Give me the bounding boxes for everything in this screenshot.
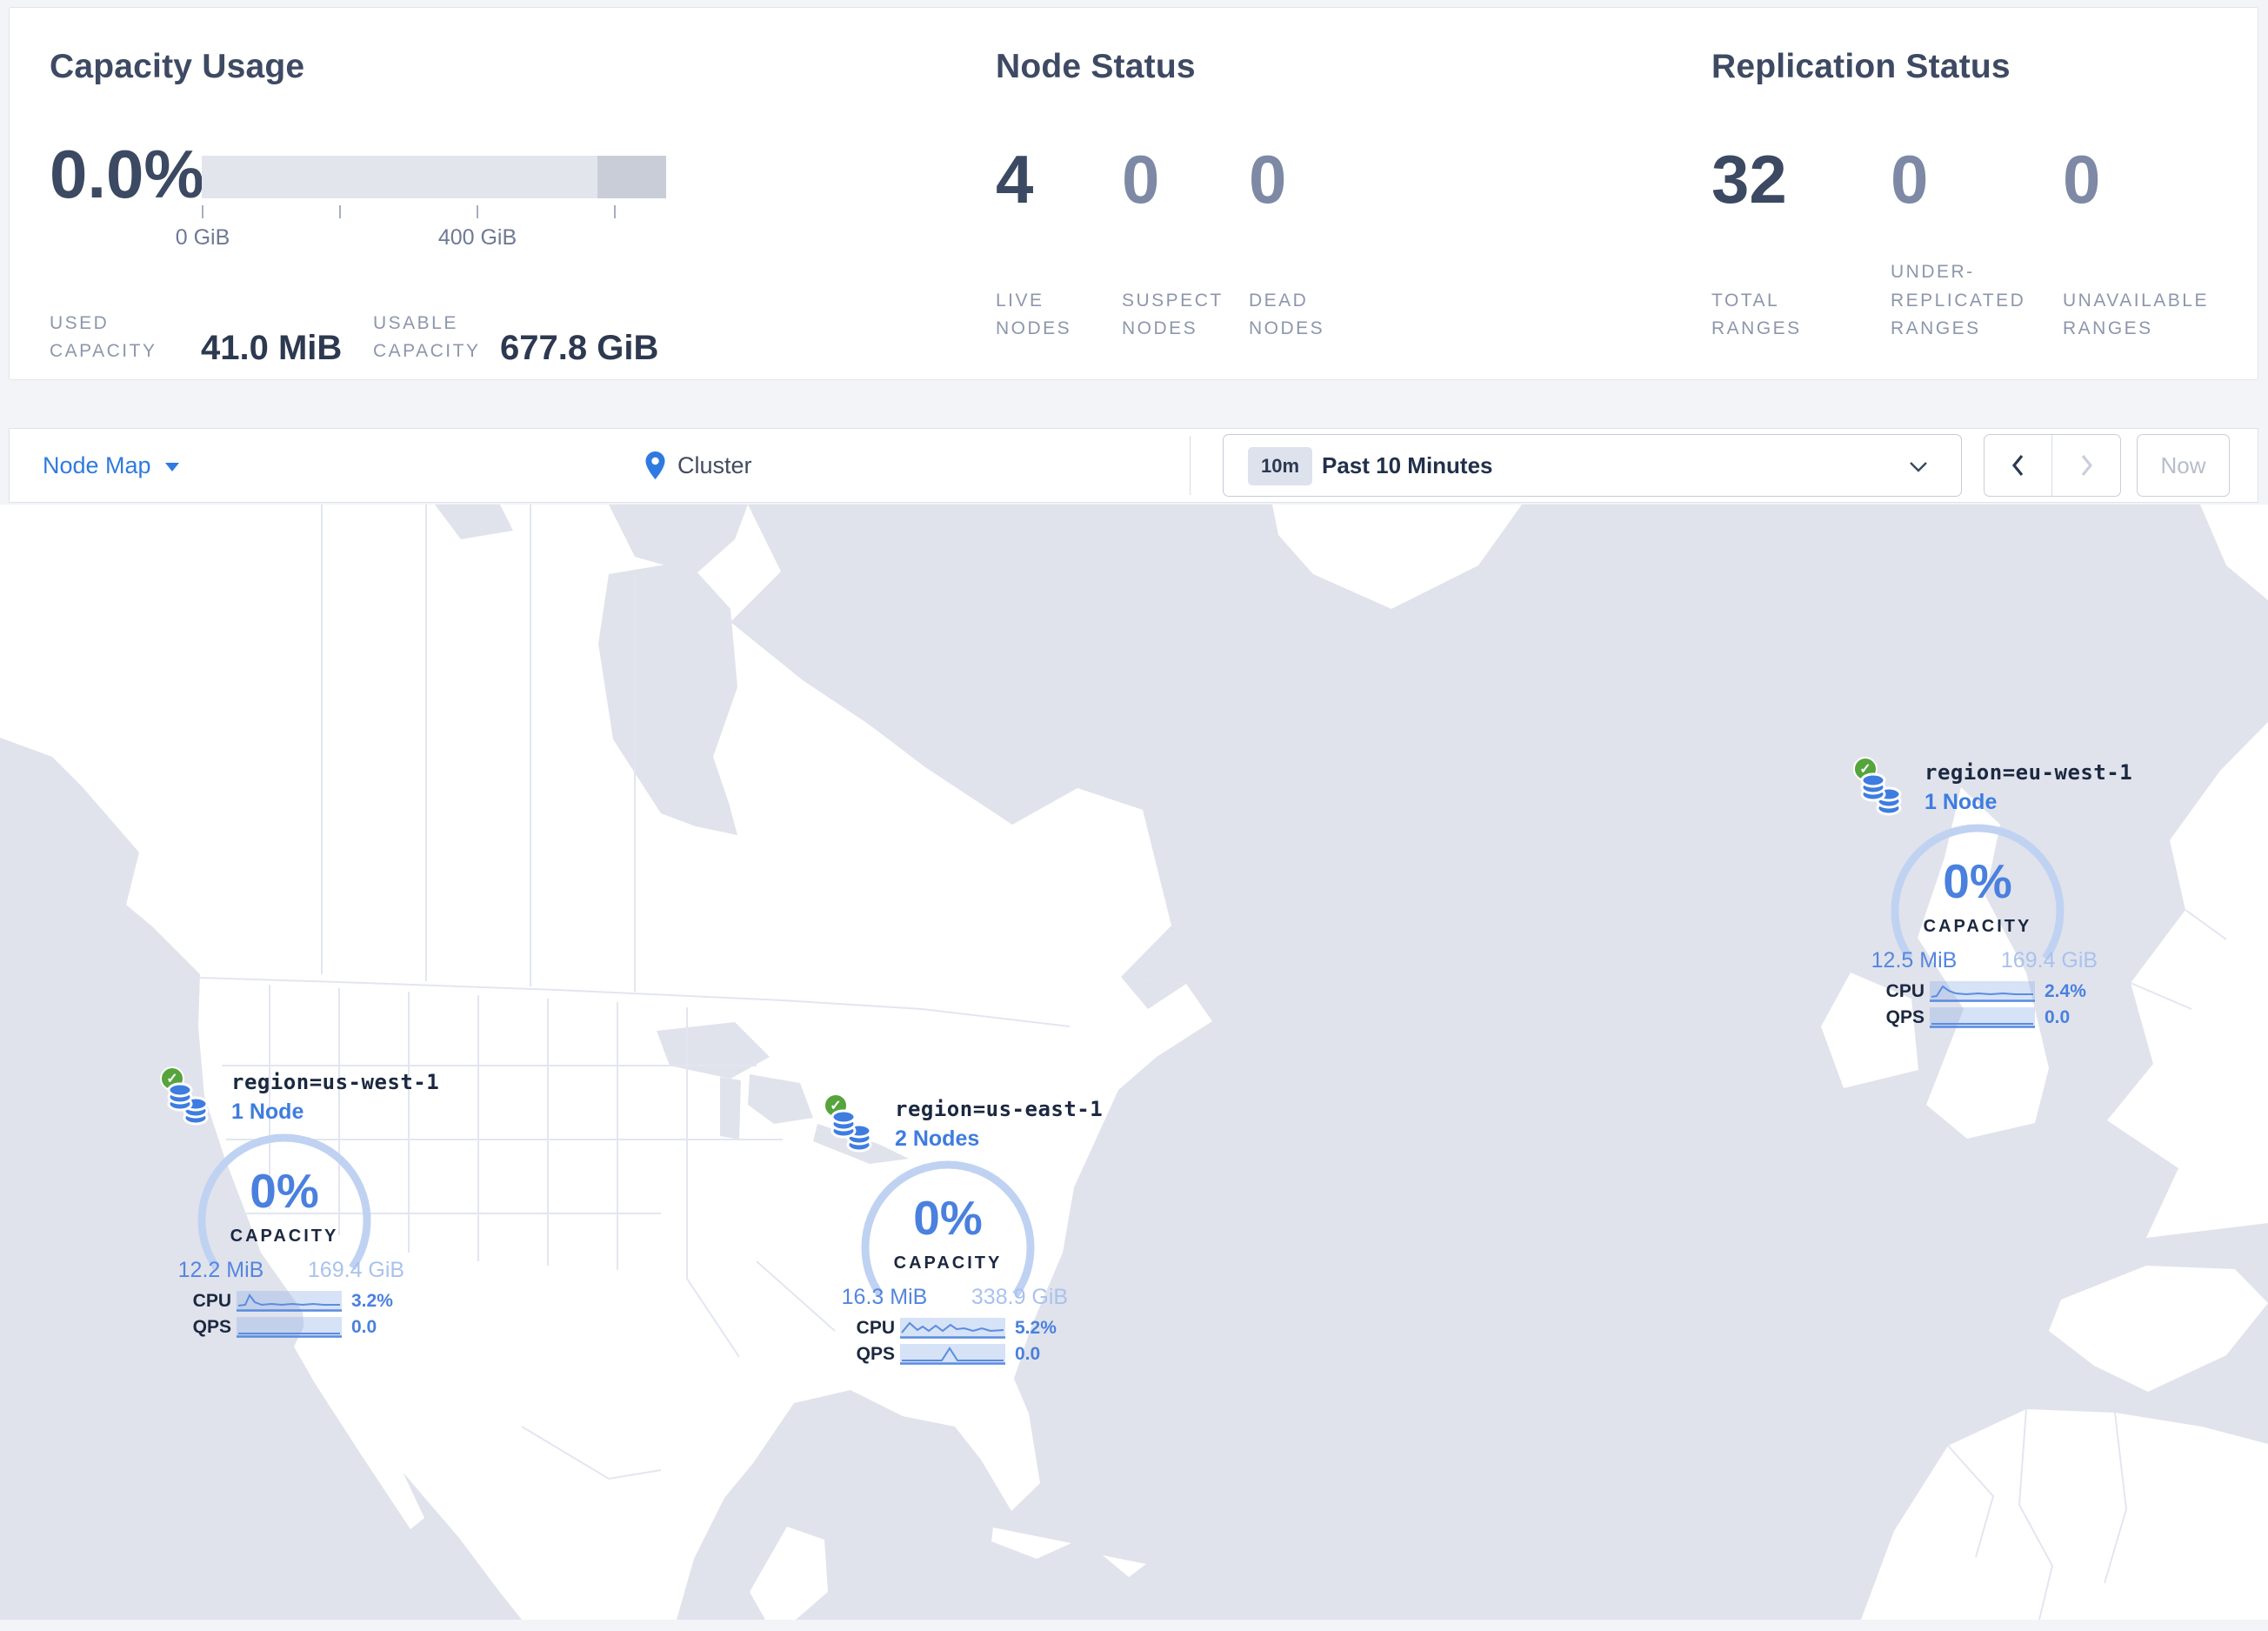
capacity-percent: 0% <box>913 1191 983 1245</box>
node-count-label: 1 Node <box>1924 790 1998 814</box>
time-range-badge: 10m <box>1248 447 1313 485</box>
capacity-bar-chart: 0 GiB 400 GiB <box>176 156 666 250</box>
total-capacity: 169.4 GiB <box>2000 948 2098 973</box>
node-status-title: Node Status <box>996 48 1196 85</box>
used-capacity: 12.5 MiB <box>1871 948 1958 973</box>
under-replicated-ranges-count: 0 <box>1891 141 1929 217</box>
cpu-metric-row: CPU 2.4% <box>1853 981 2123 1004</box>
breadcrumb[interactable]: Cluster <box>644 429 752 502</box>
unavailable-ranges-count: 0 <box>2063 141 2101 217</box>
axis-tick-label: 400 GiB <box>437 225 517 250</box>
now-button[interactable]: Now <box>2137 434 2230 497</box>
cpu-value: 3.2% <box>351 1291 393 1311</box>
under-replicated-ranges-label: UNDER-REPLICATED RANGES <box>1891 262 2026 339</box>
total-ranges-count: 32 <box>1711 141 1787 217</box>
used-capacity: 16.3 MiB <box>841 1285 928 1309</box>
axis-tick <box>614 205 616 218</box>
time-range-select[interactable]: 10m Past 10 Minutes <box>1223 434 1962 497</box>
capacity-used-percent: 0.0% <box>50 136 204 212</box>
used-capacity-value: 41.0 MiB <box>201 329 343 367</box>
dead-nodes-count: 0 <box>1249 141 1287 217</box>
cpu-label: CPU <box>192 1291 231 1311</box>
axis-tick <box>202 205 203 218</box>
map-pin-icon <box>645 451 665 479</box>
cluster-stats-panel: Capacity Usage 0.0% 0 GiB 400 GiB USED C… <box>9 7 2258 380</box>
cpu-sparkline <box>1930 981 2035 1002</box>
qps-value: 0.0 <box>1015 1344 1041 1364</box>
usable-capacity-label: USABLE CAPACITY <box>373 312 481 362</box>
cpu-label: CPU <box>1885 981 1924 1001</box>
node-count-label: 1 Node <box>231 1100 304 1124</box>
capacity-bar-reserved-segment <box>597 156 666 198</box>
qps-value: 0.0 <box>2045 1007 2071 1027</box>
total-capacity: 338.9 GiB <box>971 1285 1069 1309</box>
toolbar-divider <box>1190 436 1191 495</box>
map-toolbar: Node Map Cluster 10m Past 10 Minutes Now <box>9 428 2258 503</box>
database-icon <box>830 1109 872 1153</box>
view-selector-dropdown[interactable]: Node Map <box>43 429 179 502</box>
breadcrumb-label: Cluster <box>677 451 752 478</box>
caret-down-icon <box>164 463 179 471</box>
node-count-label: 2 Nodes <box>895 1126 980 1151</box>
qps-value: 0.0 <box>351 1317 377 1337</box>
capacity-percent: 0% <box>250 1164 319 1218</box>
axis-tick <box>477 205 478 218</box>
cpu-label: CPU <box>856 1318 895 1338</box>
qps-sparkline <box>1930 1007 2035 1028</box>
cpu-value: 5.2% <box>1015 1318 1057 1338</box>
chevron-right-icon <box>2081 454 2092 477</box>
cpu-metric-row: CPU 3.2% <box>160 1291 430 1313</box>
capacity-percent: 0% <box>1943 854 2012 908</box>
chevron-down-icon <box>1910 462 1927 472</box>
axis-tick-label: 0 GiB <box>175 225 230 250</box>
region-marker-us-west-1[interactable]: ✓ region=us-west-1 1 Node 0% CAPACITY 12… <box>160 1061 439 1348</box>
used-capacity-label: USED CAPACITY <box>50 312 157 362</box>
qps-sparkline <box>900 1344 1005 1365</box>
capacity-gauge-label: CAPACITY <box>230 1227 339 1246</box>
qps-metric-row: QPS 0.0 <box>160 1317 430 1340</box>
qps-metric-row: QPS 0.0 <box>824 1344 1093 1367</box>
axis-tick <box>339 205 341 218</box>
next-time-window-button[interactable] <box>2052 435 2120 496</box>
qps-label: QPS <box>192 1317 231 1337</box>
suspect-nodes-label: SUSPECT NODES <box>1122 290 1224 339</box>
database-icon <box>167 1082 209 1126</box>
cpu-metric-row: CPU 5.2% <box>824 1318 1093 1340</box>
cpu-sparkline <box>237 1291 342 1312</box>
qps-label: QPS <box>856 1344 895 1364</box>
time-window-arrows <box>1984 434 2121 497</box>
region-label: region=us-west-1 <box>231 1070 440 1094</box>
live-nodes-count: 4 <box>996 141 1034 217</box>
total-ranges-label: TOTAL RANGES <box>1711 290 1802 339</box>
usable-capacity-value: 677.8 GiB <box>500 329 659 367</box>
replication-status-title: Replication Status <box>1711 48 2011 85</box>
time-range-label: Past 10 Minutes <box>1322 451 1493 478</box>
chevron-left-icon <box>2011 454 2024 477</box>
capacity-gauge-label: CAPACITY <box>893 1253 1003 1273</box>
database-icon <box>1860 772 1902 816</box>
capacity-usage-title: Capacity Usage <box>50 48 305 85</box>
capacity-values-row: USED CAPACITY 41.0 MiB USABLE CAPACITY 6… <box>50 288 676 375</box>
qps-metric-row: QPS 0.0 <box>1853 1007 2123 1030</box>
region-marker-eu-west-1[interactable]: ✓ region=eu-west-1 1 Node 0% CAPACITY 12… <box>1853 752 2132 1039</box>
region-label: region=us-east-1 <box>895 1097 1104 1121</box>
previous-time-window-button[interactable] <box>1984 435 2052 496</box>
suspect-nodes-count: 0 <box>1122 141 1160 217</box>
cpu-sparkline <box>900 1318 1005 1339</box>
qps-label: QPS <box>1885 1007 1924 1027</box>
dead-nodes-label: DEAD NODES <box>1249 290 1325 339</box>
lake-michigan <box>720 1077 741 1140</box>
capacity-gauge-label: CAPACITY <box>1923 917 2032 936</box>
cpu-value: 2.4% <box>2045 981 2086 1001</box>
live-nodes-label: LIVE NODES <box>996 290 1072 339</box>
region-marker-us-east-1[interactable]: ✓ region=us-east-1 2 Nodes 0% CAPACITY 1… <box>824 1088 1103 1375</box>
unavailable-ranges-label: UNAVAILABLE RANGES <box>2063 290 2209 339</box>
view-selector-label: Node Map <box>43 451 151 478</box>
total-capacity: 169.4 GiB <box>307 1258 405 1282</box>
qps-sparkline <box>237 1317 342 1338</box>
region-label: region=eu-west-1 <box>1924 760 2133 785</box>
used-capacity: 12.2 MiB <box>177 1258 264 1282</box>
